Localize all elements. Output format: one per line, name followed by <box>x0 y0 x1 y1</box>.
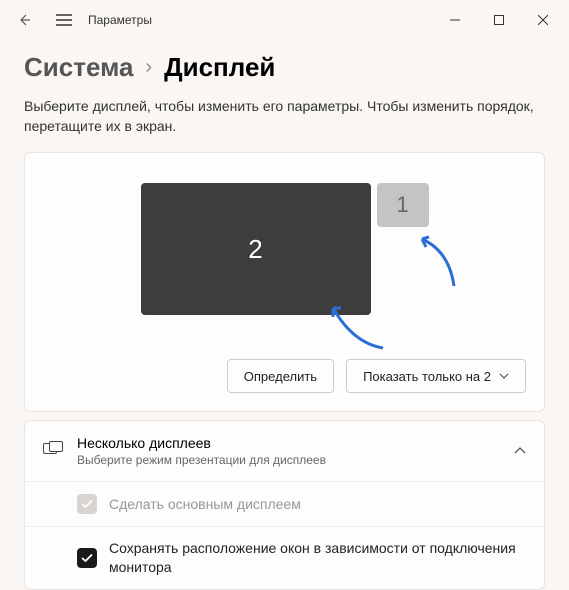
minimize-button[interactable] <box>433 4 477 36</box>
remember-layout-label: Сохранять расположение окон в зависимост… <box>109 539 526 577</box>
section-subtitle: Выберите режим презентации для дисплеев <box>77 453 500 467</box>
menu-button[interactable] <box>44 0 84 40</box>
breadcrumb-parent[interactable]: Система <box>24 52 133 83</box>
section-title: Несколько дисплеев <box>77 435 500 451</box>
back-arrow-icon <box>17 13 31 27</box>
projection-dropdown[interactable]: Показать только на 2 <box>346 359 526 393</box>
display-arrangement-card: 2 1 Определить Показать только на 2 <box>24 152 545 412</box>
projection-dropdown-label: Показать только на 2 <box>363 369 491 384</box>
breadcrumb-current: Дисплей <box>164 52 275 83</box>
make-main-display-option: Сделать основным дисплеем <box>25 481 544 526</box>
hamburger-icon <box>56 14 72 26</box>
multiple-displays-section: Несколько дисплеев Выберите режим презен… <box>24 420 545 590</box>
identify-button[interactable]: Определить <box>227 359 334 393</box>
identify-button-label: Определить <box>244 369 317 384</box>
back-button[interactable] <box>4 0 44 40</box>
check-icon <box>81 499 93 509</box>
monitor-2[interactable]: 2 <box>141 183 371 315</box>
multiple-displays-header[interactable]: Несколько дисплеев Выберите режим презен… <box>25 421 544 481</box>
close-button[interactable] <box>521 4 565 36</box>
monitor-1[interactable]: 1 <box>377 183 429 227</box>
multiple-displays-icon <box>43 441 63 462</box>
chevron-up-icon <box>514 442 526 460</box>
minimize-icon <box>450 15 460 25</box>
annotation-arrow-top <box>414 231 464 291</box>
remember-layout-checkbox[interactable] <box>77 548 97 568</box>
make-main-checkbox <box>77 494 97 514</box>
breadcrumb-separator: › <box>145 56 152 79</box>
maximize-button[interactable] <box>477 4 521 36</box>
section-text: Несколько дисплеев Выберите режим презен… <box>77 435 500 467</box>
make-main-label: Сделать основным дисплеем <box>109 495 301 514</box>
check-icon <box>81 553 93 563</box>
titlebar: Параметры <box>0 0 569 40</box>
window-title: Параметры <box>88 13 152 27</box>
content-area: Система › Дисплей Выберите дисплей, чтоб… <box>0 52 569 590</box>
chevron-down-icon <box>499 370 509 382</box>
close-icon <box>538 15 548 25</box>
arrangement-buttons: Определить Показать только на 2 <box>227 359 526 393</box>
monitors-container: 2 1 <box>25 183 544 315</box>
instruction-text: Выберите дисплей, чтобы изменить его пар… <box>24 97 545 136</box>
breadcrumb: Система › Дисплей <box>24 52 545 83</box>
maximize-icon <box>494 15 504 25</box>
annotation-arrow-bottom <box>323 298 393 353</box>
